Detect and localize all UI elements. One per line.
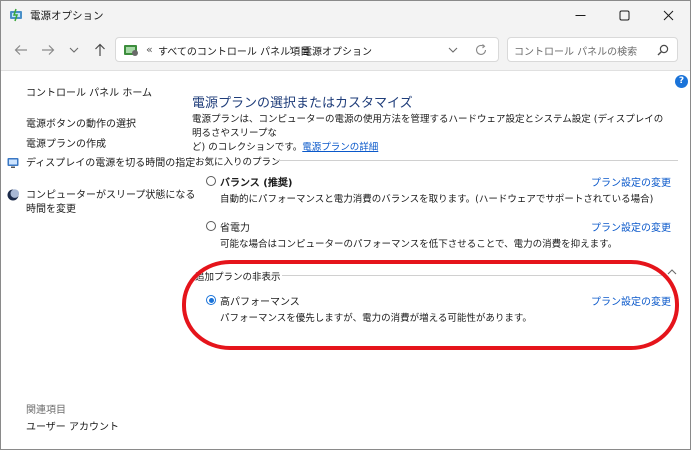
power-saver-change-settings-link[interactable]: プラン設定の変更 (591, 219, 671, 234)
related-heading: 関連項目 (26, 405, 66, 416)
search-input[interactable]: コントロール パネルの検索 (514, 43, 637, 58)
power-plan-details-link[interactable]: 電源プランの詳細 (302, 142, 378, 153)
page-title: 電源プランの選択またはカスタマイズ (192, 96, 413, 111)
minimize-icon (575, 14, 585, 16)
close-icon (663, 10, 673, 20)
breadcrumb-all-control-panel-items[interactable]: すべてのコントロール パネル項目 (158, 43, 310, 58)
power-options-app-icon (9, 8, 23, 22)
favorite-plans-divider (276, 160, 678, 161)
balanced-plan-description: 自動的にパフォーマンスと電力消費のバランスを取ります。(ハードウェアでサポートさ… (220, 194, 654, 205)
power-saver-plan-name[interactable]: 省電力 (220, 219, 250, 234)
help-button[interactable]: ? (675, 75, 688, 88)
choose-power-button-action-link[interactable]: 電源ボタンの動作の選択 (26, 118, 136, 131)
description-line-2: ど) のコレクションです。電源プランの詳細 (192, 141, 672, 155)
search-box[interactable]: コントロール パネルの検索 (507, 37, 678, 62)
power-saver-plan-radio[interactable] (206, 221, 216, 231)
change-sleep-time-link-line1[interactable]: コンピューターがスリープ状態になる (26, 189, 195, 202)
address-overflow[interactable]: « (146, 43, 153, 56)
description-line-1: 電源プランは、コンピューターの電源の使用方法を管理するハードウェア設定とシステム… (192, 114, 664, 139)
red-highlight-annotation (182, 260, 679, 350)
maximize-icon (619, 10, 629, 20)
minimize-button[interactable] (558, 1, 602, 29)
refresh-button[interactable] (474, 43, 488, 57)
chevron-down-icon (69, 47, 79, 53)
display-power-icon (7, 157, 19, 169)
forward-button[interactable] (38, 41, 58, 59)
user-accounts-link[interactable]: ユーザー アカウント (26, 421, 119, 434)
arrow-right-icon (42, 45, 55, 55)
control-panel-icon (123, 43, 139, 57)
maximize-button[interactable] (602, 1, 646, 29)
recent-locations-button[interactable] (64, 41, 84, 59)
address-dropdown-button[interactable] (447, 44, 459, 56)
power-options-window: 電源オプション « すべてのコントロール パネル項目 › 電源オプション コント… (0, 0, 691, 450)
search-icon[interactable] (656, 43, 670, 57)
arrow-up-icon (95, 43, 105, 56)
back-button[interactable] (11, 41, 31, 59)
balanced-plan-radio[interactable] (206, 176, 216, 186)
navigation-bar: « すべてのコントロール パネル項目 › 電源オプション コントロール パネルの… (1, 29, 690, 71)
favorite-plans-heading: お気に入りのプラン (195, 157, 281, 168)
change-sleep-time-link-line2[interactable]: 時間を変更 (26, 203, 76, 216)
address-bar[interactable]: « すべてのコントロール パネル項目 › 電源オプション (115, 37, 499, 62)
sleep-moon-icon (7, 189, 20, 201)
balanced-change-settings-link[interactable]: プラン設定の変更 (591, 174, 671, 189)
chevron-down-icon (448, 47, 458, 53)
description-line-2-text: ど) のコレクションです。 (192, 142, 303, 153)
up-button[interactable] (90, 41, 110, 59)
window-title: 電源オプション (30, 10, 104, 22)
create-power-plan-link[interactable]: 電源プランの作成 (26, 138, 106, 151)
page-description: 電源プランは、コンピューターの電源の使用方法を管理するハードウェア設定とシステム… (192, 113, 672, 155)
balanced-plan-name[interactable]: バランス (推奨) (220, 174, 292, 189)
arrow-left-icon (14, 45, 27, 55)
control-panel-home-link[interactable]: コントロール パネル ホーム (26, 87, 152, 100)
title-bar: 電源オプション (1, 1, 690, 29)
display-off-time-link[interactable]: ディスプレイの電源を切る時間の指定 (26, 157, 195, 170)
power-saver-plan-description: 可能な場合はコンピューターのパフォーマンスを低下させることで、電力の消費を抑えま… (220, 239, 618, 250)
breadcrumb-separator[interactable]: › (289, 43, 293, 54)
close-button[interactable] (646, 1, 690, 29)
refresh-icon (475, 44, 487, 55)
breadcrumb-power-options[interactable]: 電源オプション (302, 43, 372, 58)
